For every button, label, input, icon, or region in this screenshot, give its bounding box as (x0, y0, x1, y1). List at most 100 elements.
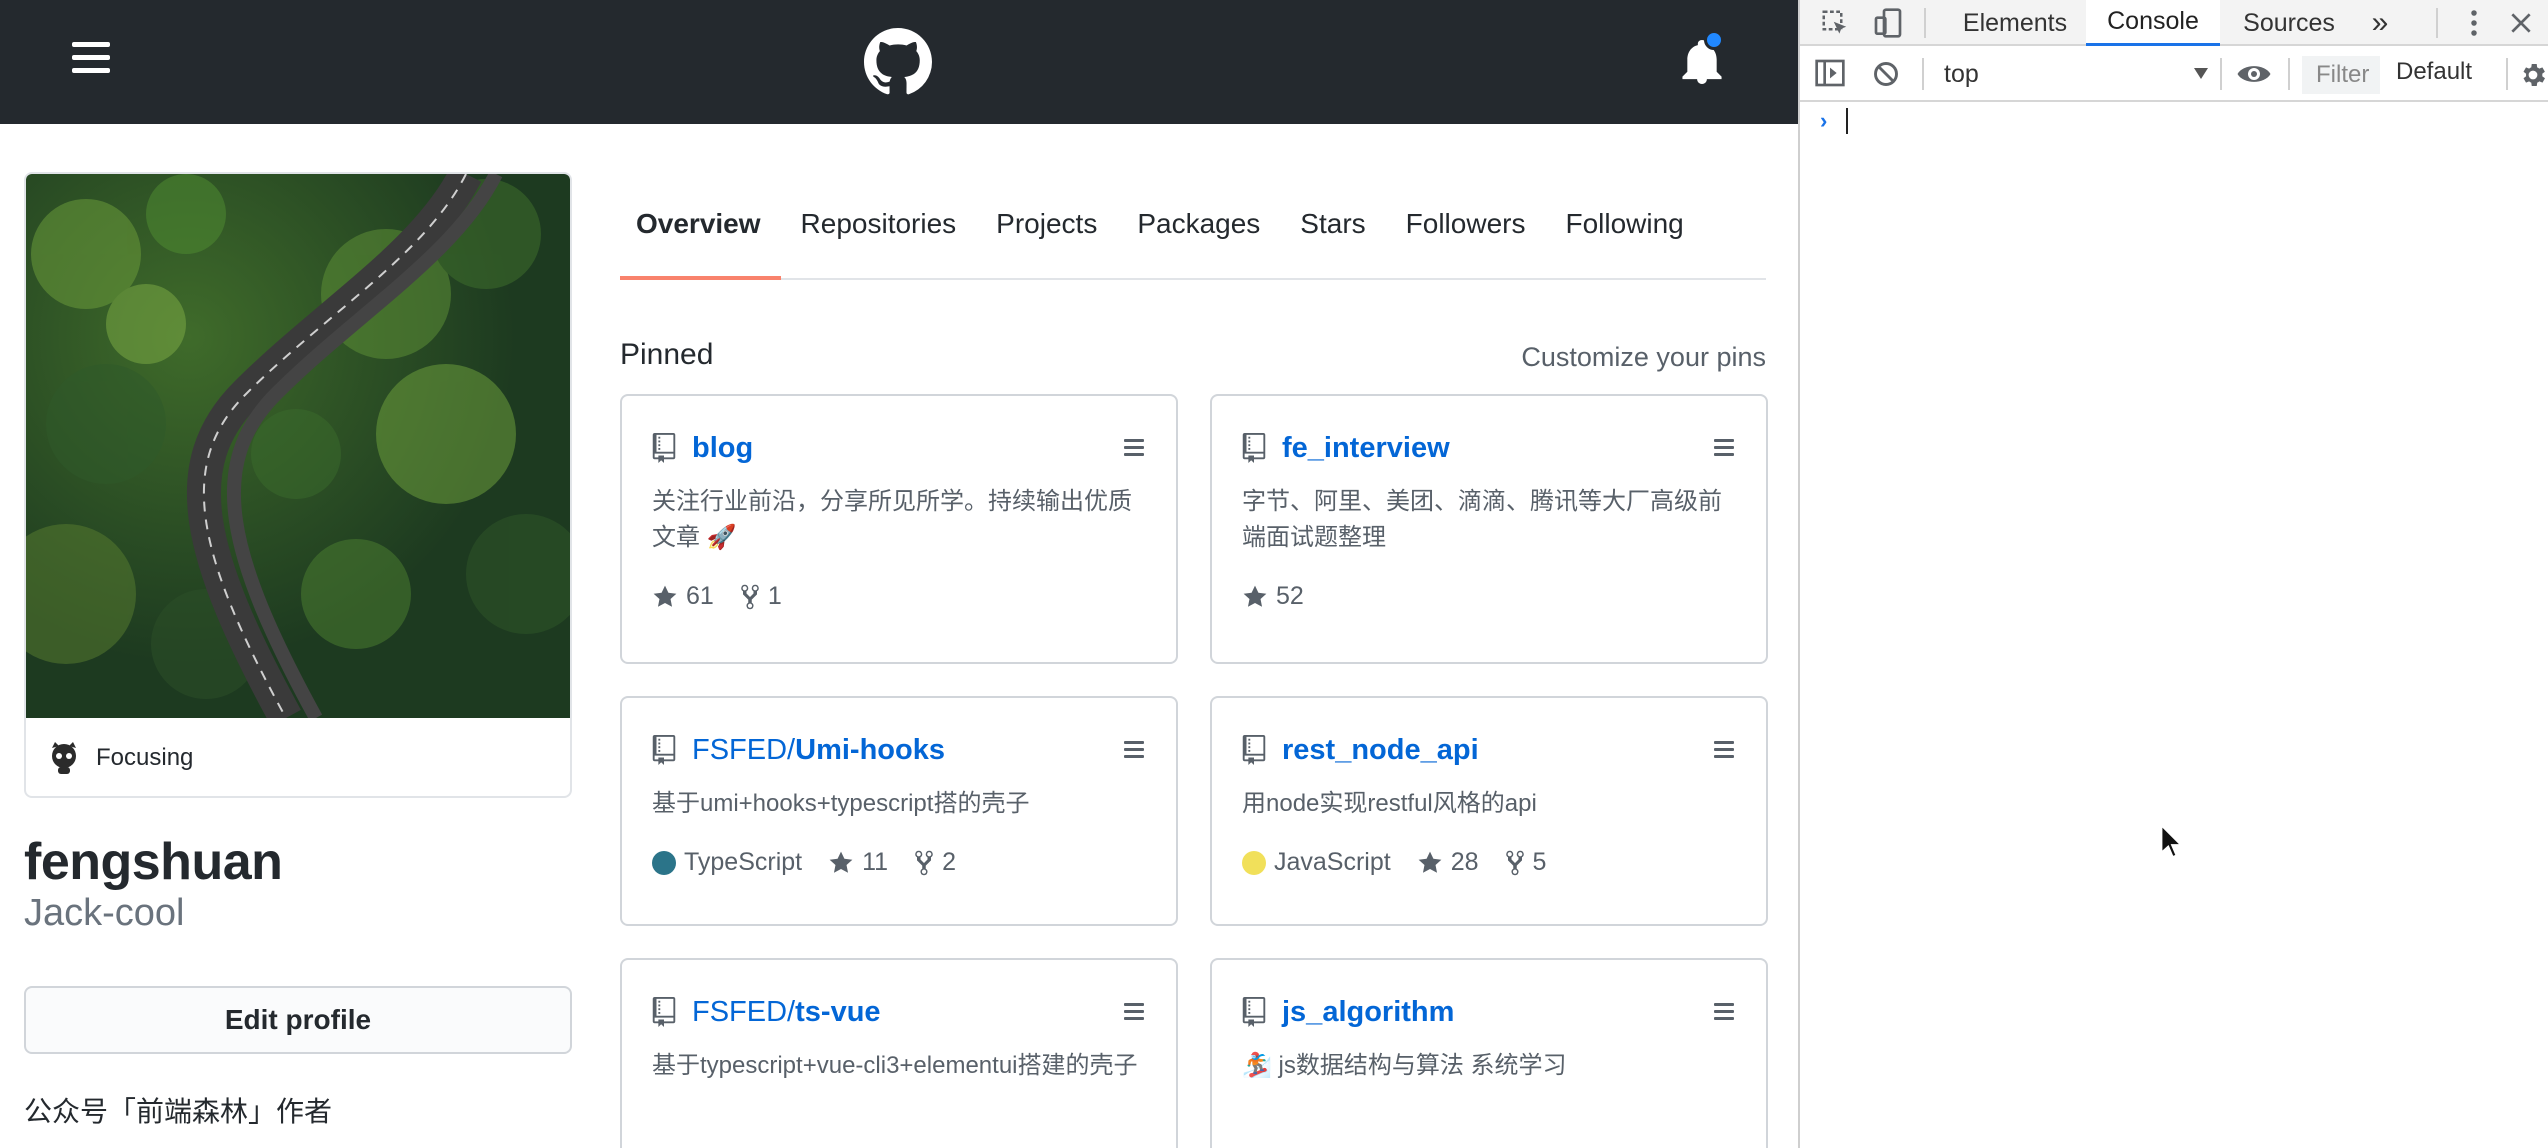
devtools-panel: Elements Console Sources » top Filter De… (1798, 0, 2548, 1148)
kebab-icon[interactable] (1714, 1003, 1734, 1021)
inspect-icon[interactable] (1820, 8, 1850, 38)
forks-link[interactable]: 5 (1505, 848, 1547, 877)
fork-icon (1505, 850, 1524, 875)
tab-followers[interactable]: Followers (1386, 186, 1546, 280)
sidebar-icon[interactable] (1814, 58, 1846, 88)
stars-count: 11 (862, 848, 889, 876)
github-logo-icon[interactable] (864, 28, 932, 96)
stars-count: 52 (1276, 582, 1304, 610)
fork-icon (915, 850, 933, 875)
forks-count: 2 (942, 848, 956, 876)
forks-count: 1 (767, 582, 782, 610)
hamburger-icon[interactable] (72, 42, 110, 74)
avatar[interactable] (26, 174, 570, 718)
repo-icon (652, 997, 676, 1027)
devtools-tab-console[interactable]: Console (2086, 0, 2220, 46)
repo-icon (1242, 735, 1266, 765)
kebab-icon[interactable] (1124, 1003, 1144, 1021)
gear-icon[interactable] (2518, 60, 2548, 90)
pinned-card: fe_interview 字节、阿里、美团、滴滴、腾讯等大厂高级前端面试题整理 … (1210, 394, 1768, 664)
repo-icon (652, 433, 676, 463)
repo-link[interactable]: js_algorithm (1282, 996, 1454, 1029)
stars-count: 28 (1450, 848, 1479, 876)
kebab-icon[interactable] (1124, 439, 1144, 457)
stars-link[interactable]: 52 (1242, 582, 1304, 611)
repo-icon (652, 735, 676, 765)
profile-bio: 公众号「前端森林」作者 (24, 1096, 333, 1127)
profile-login: Jack-cool (24, 892, 185, 934)
close-icon[interactable] (2508, 10, 2534, 36)
devtools-tab-sources[interactable]: Sources (2226, 0, 2352, 46)
kebab-icon[interactable] (1124, 741, 1144, 759)
stars-link[interactable]: 11 (828, 848, 888, 877)
chevron-down-icon (2194, 68, 2208, 79)
more-tabs-button[interactable]: » (2356, 0, 2404, 46)
console-filter-input[interactable]: Filter (2302, 56, 2380, 94)
star-icon (1418, 851, 1442, 873)
repo-description: 字节、阿里、美团、滴滴、腾讯等大厂高级前端面试题整理 (1242, 488, 1722, 551)
repo-description: 用node实现restful风格的api (1242, 790, 1537, 817)
top-nav-bar (0, 0, 1798, 124)
console-toolbar: top Filter Default (1800, 46, 2548, 102)
pinned-card: rest_node_api 用node实现restful风格的api JavaS… (1210, 696, 1768, 926)
repo-link[interactable]: FSFED/Umi-hooks (692, 734, 945, 767)
tab-overview[interactable]: Overview (620, 186, 781, 280)
star-icon (829, 851, 853, 873)
repo-icon (1242, 433, 1266, 463)
tab-stars[interactable]: Stars (1280, 186, 1385, 280)
avatar-card[interactable]: Focusing (24, 172, 572, 798)
forks-link[interactable]: 1 (740, 582, 782, 611)
repo-description: 基于umi+hooks+typescript搭的壳子 (652, 790, 1030, 817)
edit-profile-button[interactable]: Edit profile (24, 986, 572, 1054)
profile-name: fengshuan (24, 833, 283, 891)
language: TypeScript (652, 848, 802, 877)
repo-link[interactable]: fe_interview (1282, 432, 1450, 465)
language-name: TypeScript (684, 848, 803, 876)
forks-count: 5 (1532, 848, 1547, 876)
pinned-card: FSFED/ts-vue 基于typescript+vue-cli3+eleme… (620, 958, 1178, 1148)
log-levels-dropdown[interactable]: Default (2396, 58, 2472, 86)
stars-link[interactable]: 61 (652, 582, 714, 611)
profile-tabs: Overview Repositories Projects Packages … (620, 186, 1766, 280)
star-icon (653, 585, 677, 607)
tab-projects[interactable]: Projects (976, 186, 1117, 280)
tab-repositories[interactable]: Repositories (781, 186, 977, 280)
repo-icon (1242, 997, 1266, 1027)
repo-description: 🏂 js数据结构与算法 系统学习 (1242, 1052, 1567, 1079)
kebab-icon[interactable] (1714, 741, 1734, 759)
stars-count: 61 (686, 582, 714, 610)
customize-pins-link[interactable]: Customize your pins (1521, 342, 1766, 373)
language-color-dot (652, 850, 676, 875)
status-row[interactable]: Focusing (26, 718, 570, 796)
pinned-card: blog 关注行业前沿，分享所见所学。持续输出优质文章 🚀 61 1 (620, 394, 1178, 664)
star-icon (1243, 585, 1267, 607)
console-input-caret[interactable] (1846, 108, 1848, 134)
status-text: Focusing (96, 744, 194, 771)
clear-icon[interactable] (1872, 60, 1900, 88)
context-selector[interactable]: top (1944, 54, 2208, 94)
pinned-card: FSFED/Umi-hooks 基于umi+hooks+typescript搭的… (620, 696, 1178, 926)
mouse-cursor-icon (2160, 824, 2184, 859)
notification-indicator (1704, 30, 1724, 50)
context-value: top (1944, 59, 1979, 88)
octocat-icon (52, 742, 76, 774)
repo-description: 基于typescript+vue-cli3+elementui搭建的壳子 (652, 1052, 1138, 1079)
tab-packages[interactable]: Packages (1117, 186, 1280, 280)
tab-following[interactable]: Following (1545, 186, 1703, 280)
eye-icon[interactable] (2236, 60, 2272, 88)
pinned-title: Pinned (620, 338, 714, 371)
repo-link[interactable]: rest_node_api (1282, 734, 1479, 767)
device-icon[interactable] (1872, 6, 1904, 40)
kebab-icon[interactable] (1714, 439, 1734, 457)
forks-link[interactable]: 2 (914, 848, 956, 877)
repo-link[interactable]: blog (692, 432, 753, 465)
pinned-card: js_algorithm 🏂 js数据结构与算法 系统学习 (1210, 958, 1768, 1148)
language-name: JavaScript (1274, 848, 1391, 876)
github-page: Focusing fengshuan Jack-cool Edit profil… (0, 0, 1798, 1148)
devtools-tab-elements[interactable]: Elements (1950, 0, 2080, 46)
stars-link[interactable]: 28 (1417, 848, 1479, 877)
more-vert-icon[interactable] (2466, 8, 2482, 38)
language: JavaScript (1242, 848, 1391, 877)
repo-link[interactable]: FSFED/ts-vue (692, 996, 881, 1029)
repo-description: 关注行业前沿，分享所见所学。持续输出优质文章 🚀 (652, 488, 1132, 551)
